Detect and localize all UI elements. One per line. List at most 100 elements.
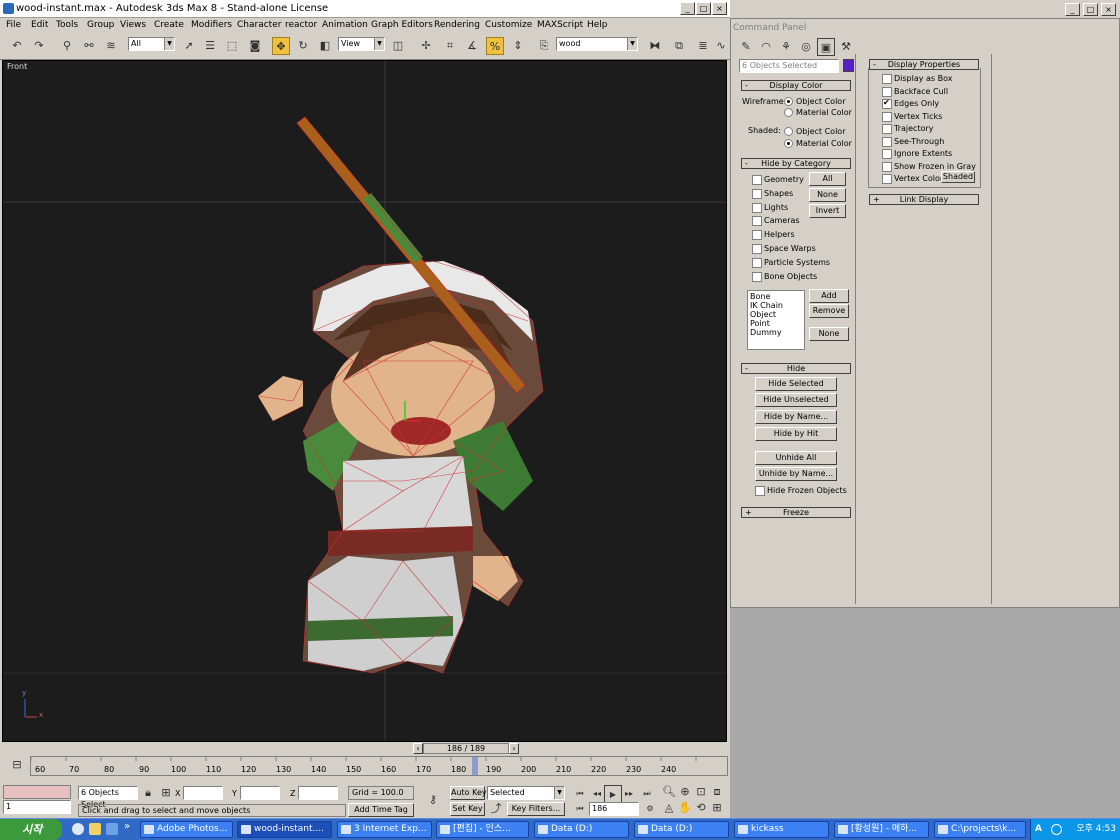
- task-projects-folder[interactable]: C:\projects\k...: [934, 821, 1026, 838]
- quick-launch-more-icon[interactable]: »: [124, 821, 130, 832]
- list-item[interactable]: Point: [750, 319, 802, 328]
- hide-by-name-button[interactable]: Hide by Name...: [755, 410, 837, 424]
- link-display-header[interactable]: + Link Display: [869, 194, 979, 205]
- mirror-icon[interactable]: ⧓: [646, 37, 664, 55]
- reference-coordinate-dropdown[interactable]: View ▼: [338, 37, 385, 51]
- rectangular-selection-icon[interactable]: ⬚: [223, 37, 241, 55]
- list-none-button[interactable]: None: [809, 327, 849, 341]
- clock[interactable]: 오후 4:53: [1076, 824, 1116, 834]
- lights-checkbox[interactable]: Lights: [752, 203, 788, 213]
- curve-editor-icon[interactable]: ∿: [712, 37, 730, 55]
- start-button[interactable]: 시작: [0, 819, 62, 840]
- percent-snap-icon[interactable]: %: [486, 37, 504, 55]
- next-frame-arrow[interactable]: ›: [509, 743, 519, 754]
- hide-unselected-button[interactable]: Hide Unselected: [755, 393, 837, 407]
- quick-launch-desktop-icon[interactable]: [106, 823, 118, 835]
- task-edit-window[interactable]: [편집] - 인스...: [436, 821, 529, 838]
- select-and-rotate-icon[interactable]: ↻: [294, 37, 312, 55]
- cameras-checkbox[interactable]: Cameras: [752, 216, 800, 226]
- hide-selected-button[interactable]: Hide Selected: [755, 377, 837, 391]
- menu-customize[interactable]: Customize: [485, 20, 532, 30]
- menu-help[interactable]: Help: [587, 20, 608, 30]
- panel-close-button[interactable]: ×: [1101, 3, 1116, 16]
- layer-manager-icon[interactable]: ≣: [694, 37, 712, 55]
- list-item[interactable]: Bone: [750, 292, 802, 301]
- named-selection-dropdown[interactable]: wood ▼: [556, 37, 638, 51]
- menu-reactor[interactable]: reactor: [285, 20, 317, 30]
- menu-animation[interactable]: Animation: [322, 20, 368, 30]
- space-warps-checkbox[interactable]: Space Warps: [752, 244, 816, 254]
- list-remove-button[interactable]: Remove: [809, 304, 849, 318]
- task-kickass[interactable]: kickass: [734, 821, 829, 838]
- select-and-move-icon[interactable]: ✥: [272, 37, 290, 55]
- bone-objects-checkbox[interactable]: Bone Objects: [752, 272, 817, 282]
- unhide-by-name-button[interactable]: Unhide by Name...: [755, 467, 837, 481]
- key-mode-dropdown[interactable]: Selected ▼: [487, 786, 565, 800]
- quick-launch-explorer-icon[interactable]: [89, 823, 101, 835]
- task-data-drive-1[interactable]: Data (D:): [534, 821, 629, 838]
- track-bar-toggle-icon[interactable]: ⊟: [8, 756, 26, 774]
- time-slider[interactable]: 186 / 189: [423, 743, 509, 754]
- menu-character[interactable]: Character: [237, 20, 281, 30]
- category-all-button[interactable]: All: [809, 172, 846, 186]
- set-key-button[interactable]: Set Key: [450, 802, 485, 816]
- snaps-toggle-icon[interactable]: ⌗: [441, 37, 459, 55]
- maximize-viewport-icon[interactable]: ⊞: [708, 799, 726, 817]
- align-icon[interactable]: ⧉: [670, 37, 688, 55]
- unhide-all-button[interactable]: Unhide All: [755, 451, 837, 465]
- hide-by-category-header[interactable]: - Hide by Category: [741, 158, 851, 169]
- ime-icon[interactable]: [1051, 824, 1062, 835]
- absolute-mode-icon[interactable]: ⊞: [157, 784, 175, 802]
- select-object-icon[interactable]: ➚: [180, 37, 198, 55]
- quick-launch-ie-icon[interactable]: [72, 823, 84, 835]
- next-frame-icon[interactable]: ▸▸: [620, 785, 638, 803]
- bind-space-warp-icon[interactable]: ≋: [102, 37, 120, 55]
- category-invert-button[interactable]: Invert: [809, 204, 846, 218]
- shaded-object-color-radio[interactable]: Object Color: [784, 127, 845, 136]
- helpers-checkbox[interactable]: Helpers: [752, 230, 795, 240]
- window-crossing-icon[interactable]: ◙: [246, 37, 264, 55]
- maxscript-listener-pink[interactable]: [3, 785, 71, 799]
- menu-maxscript[interactable]: MAXScript: [537, 20, 583, 30]
- task-internet-explorer[interactable]: 3 Internet Exp...: [337, 821, 432, 838]
- pivot-center-icon[interactable]: ◫: [389, 37, 407, 55]
- menu-modifiers[interactable]: Modifiers: [191, 20, 232, 30]
- undo-icon[interactable]: ↶: [8, 37, 26, 55]
- select-and-scale-icon[interactable]: ◧: [316, 37, 334, 55]
- key-filters-button[interactable]: Key Filters...: [507, 802, 565, 816]
- hide-frozen-objects-checkbox[interactable]: Hide Frozen Objects: [755, 486, 847, 496]
- wireframe-material-color-radio[interactable]: Material Color: [784, 108, 852, 117]
- time-configuration-icon[interactable]: ⚙: [641, 800, 659, 818]
- set-key-icon[interactable]: ⚷: [424, 791, 442, 809]
- x-coordinate-field[interactable]: [183, 786, 223, 800]
- unlink-icon[interactable]: ⚯: [80, 37, 98, 55]
- auto-key-button[interactable]: Auto Key: [450, 786, 487, 800]
- menu-file[interactable]: File: [6, 20, 21, 30]
- z-coordinate-field[interactable]: [298, 786, 338, 800]
- hide-by-hit-button[interactable]: Hide by Hit: [755, 427, 837, 441]
- maxscript-mini-listener[interactable]: 1: [3, 800, 71, 814]
- list-item[interactable]: IK Chain Object: [750, 301, 802, 319]
- task-3dsmax[interactable]: wood-instant....: [237, 821, 332, 838]
- current-frame-field[interactable]: 186: [589, 802, 639, 816]
- link-icon[interactable]: ⚲: [58, 37, 76, 55]
- menu-rendering[interactable]: Rendering: [434, 20, 480, 30]
- select-manipulate-icon[interactable]: ✢: [417, 37, 435, 55]
- list-add-button[interactable]: Add: [809, 289, 849, 303]
- character-model[interactable]: [257, 260, 544, 674]
- task-photoshop[interactable]: Adobe Photos...: [140, 821, 233, 838]
- menu-views[interactable]: Views: [120, 20, 146, 30]
- hide-header[interactable]: - Hide: [741, 363, 851, 374]
- panel-maximize-button[interactable]: □: [1083, 3, 1098, 16]
- close-button[interactable]: ×: [712, 2, 727, 15]
- spinner-snap-icon[interactable]: ⇕: [509, 37, 527, 55]
- menu-tools[interactable]: Tools: [56, 20, 78, 30]
- menu-create[interactable]: Create: [154, 20, 184, 30]
- shapes-checkbox[interactable]: Shapes: [752, 189, 793, 199]
- panel-minimize-button[interactable]: _: [1065, 3, 1080, 16]
- language-indicator[interactable]: A: [1035, 819, 1042, 840]
- angle-snap-icon[interactable]: ∡: [463, 37, 481, 55]
- select-by-name-icon[interactable]: ☰: [201, 37, 219, 55]
- selection-filter-dropdown[interactable]: All ▼: [128, 37, 175, 51]
- task-data-drive-2[interactable]: Data (D:): [634, 821, 729, 838]
